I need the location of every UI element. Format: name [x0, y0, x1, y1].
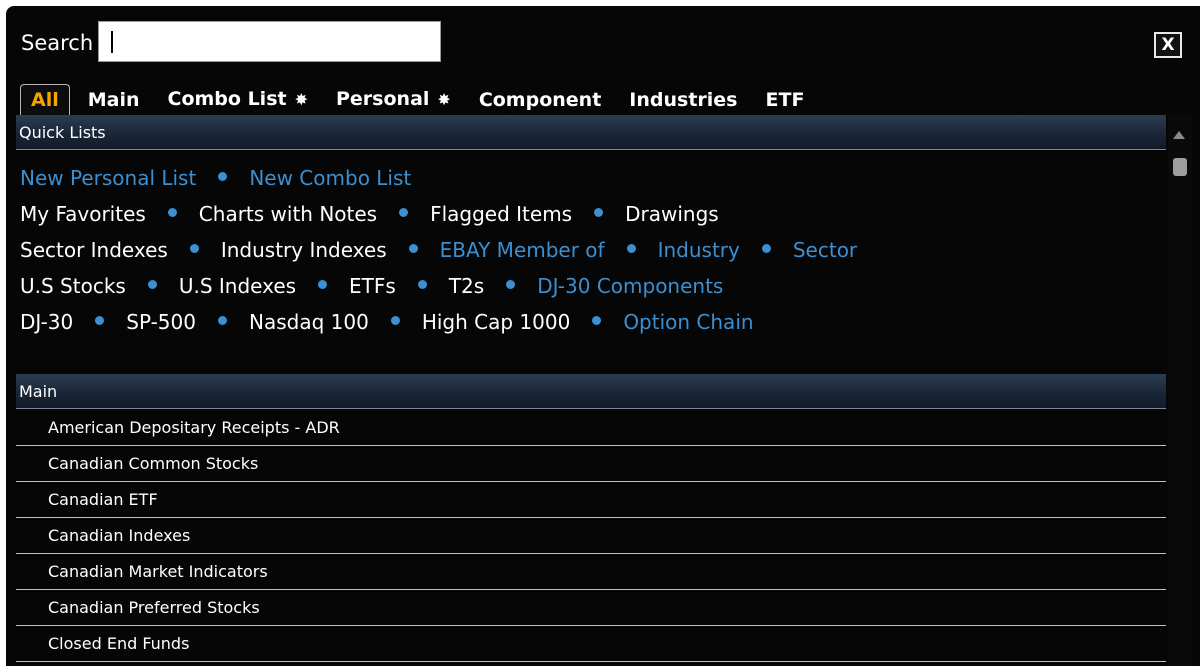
bullet-icon — [399, 208, 409, 217]
quick-list-link[interactable]: My Favorites — [20, 202, 146, 226]
quick-list-link[interactable]: New Combo List — [249, 166, 411, 190]
bullet-icon — [147, 280, 157, 289]
main-list: American Depositary Receipts - ADR Canadi… — [16, 410, 1166, 662]
list-item[interactable]: Closed End Funds — [16, 626, 1166, 662]
quick-list-link[interactable]: Charts with Notes — [199, 202, 377, 226]
scroll-up-arrow-icon[interactable] — [1173, 131, 1185, 139]
bullet-icon — [95, 316, 105, 325]
quick-list-link[interactable]: Drawings — [625, 202, 719, 226]
quick-list-link[interactable]: Option Chain — [623, 310, 753, 334]
tab-label: ETF — [765, 89, 805, 111]
bullet-icon — [506, 280, 516, 289]
star-icon: ✸ — [294, 90, 308, 109]
bullet-icon — [761, 244, 771, 253]
quick-list-line: DJ-30 SP-500 Nasdaq 100 High Cap 1000 Option… — [20, 304, 1160, 340]
tab-bar: All Main Combo List ✸ Personal ✸ Component Indu… — [20, 84, 821, 115]
quick-list-link[interactable]: Industry Indexes — [221, 238, 387, 262]
bullet-icon — [217, 316, 227, 325]
quick-list-line: Sector Indexes Industry Indexes EBAY Membe… — [20, 232, 1160, 268]
tab-label: Personal — [336, 88, 430, 110]
quick-list-link[interactable]: Sector — [793, 238, 857, 262]
list-item[interactable]: Canadian Common Stocks — [16, 446, 1166, 482]
tab-component[interactable]: Component — [468, 85, 611, 115]
bullet-icon — [218, 172, 228, 181]
list-item[interactable]: American Depositary Receipts - ADR — [16, 410, 1166, 446]
list-item[interactable]: Canadian Indexes — [16, 518, 1166, 554]
list-content: Quick Lists New Personal List New Combo L… — [16, 115, 1166, 666]
bullet-icon — [594, 208, 604, 217]
star-icon: ✸ — [437, 90, 451, 109]
quick-lists: New Personal List New Combo List My Favori… — [20, 160, 1160, 340]
tab-personal[interactable]: Personal ✸ — [325, 84, 461, 115]
search-input[interactable] — [98, 21, 441, 62]
tab-label: Industries — [629, 89, 738, 111]
bullet-icon — [189, 244, 199, 253]
quick-list-link[interactable]: New Personal List — [20, 166, 196, 190]
tab-all[interactable]: All — [20, 84, 70, 115]
list-picker-window: Search X All Main Combo List ✸ Personal ✸ Comp… — [6, 6, 1200, 666]
quick-list-link[interactable]: High Cap 1000 — [422, 310, 571, 334]
quick-list-link[interactable]: U.S Indexes — [179, 274, 296, 298]
tab-main[interactable]: Main — [77, 85, 150, 115]
bullet-icon — [167, 208, 177, 217]
bullet-icon — [592, 316, 602, 325]
quick-lists-header: Quick Lists — [16, 115, 1166, 150]
main-section-header: Main — [16, 374, 1166, 409]
tab-industries[interactable]: Industries — [618, 85, 747, 115]
tab-label: Component — [478, 89, 602, 111]
quick-list-link[interactable]: EBAY Member of — [440, 238, 605, 262]
quick-list-link[interactable]: SP-500 — [126, 310, 196, 334]
bullet-icon — [318, 280, 328, 289]
quick-list-line: New Personal List New Combo List — [20, 160, 1160, 196]
list-item[interactable]: Canadian Market Indicators — [16, 554, 1166, 590]
quick-list-link[interactable]: Sector Indexes — [20, 238, 168, 262]
vertical-scrollbar[interactable] — [1168, 115, 1192, 666]
quick-list-link[interactable]: Flagged Items — [430, 202, 572, 226]
list-item[interactable]: Canadian ETF — [16, 482, 1166, 518]
tab-label: All — [31, 89, 59, 111]
tab-label: Combo List — [167, 88, 287, 110]
quick-list-link[interactable]: U.S Stocks — [20, 274, 126, 298]
scroll-thumb[interactable] — [1173, 158, 1187, 176]
bullet-icon — [626, 244, 636, 253]
tab-combo-list[interactable]: Combo List ✸ — [157, 84, 318, 115]
quick-list-link[interactable]: DJ-30 Components — [537, 274, 723, 298]
quick-list-link[interactable]: Nasdaq 100 — [249, 310, 369, 334]
bullet-icon — [408, 244, 418, 253]
list-item[interactable]: Canadian Preferred Stocks — [16, 590, 1166, 626]
search-label: Search — [21, 31, 94, 55]
tab-label: Main — [87, 89, 140, 111]
tab-etf[interactable]: ETF — [755, 85, 815, 115]
quick-list-line: U.S Stocks U.S Indexes ETFs T2s DJ-30 Compon… — [20, 268, 1160, 304]
close-button[interactable]: X — [1154, 32, 1182, 58]
quick-list-link[interactable]: Industry — [658, 238, 740, 262]
bullet-icon — [417, 280, 427, 289]
quick-list-link[interactable]: T2s — [449, 274, 484, 298]
quick-list-line: My Favorites Charts with Notes Flagged Ite… — [20, 196, 1160, 232]
quick-list-link[interactable]: DJ-30 — [20, 310, 73, 334]
text-caret — [111, 31, 113, 53]
quick-list-link[interactable]: ETFs — [349, 274, 396, 298]
bullet-icon — [390, 316, 400, 325]
